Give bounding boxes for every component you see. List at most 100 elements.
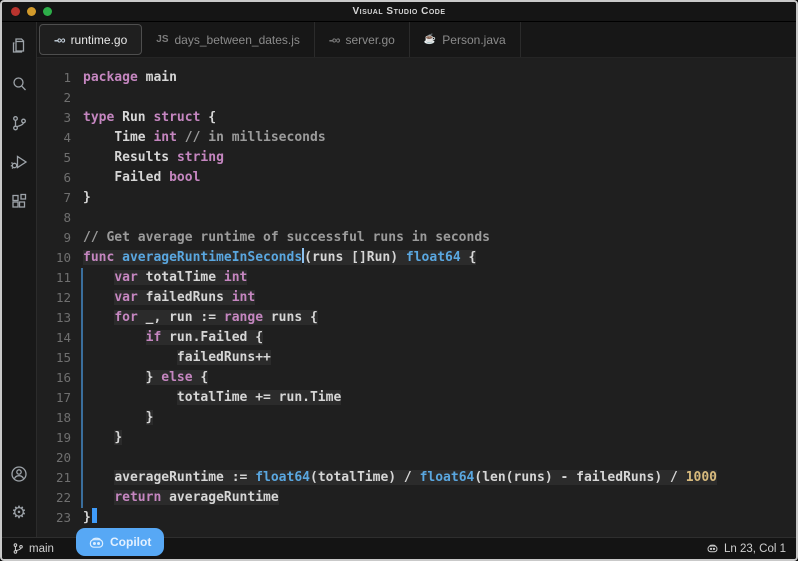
- code-line-12[interactable]: 12 var failedRuns int: [37, 288, 796, 308]
- line-number: 21: [37, 468, 71, 488]
- code-line-3[interactable]: 3 type Run struct {: [37, 108, 796, 128]
- code-line-9[interactable]: 9 // Get average runtime of successful ru…: [37, 228, 796, 248]
- line-number: 2: [37, 88, 71, 108]
- source-control-icon[interactable]: [6, 108, 32, 138]
- line-number: 11: [37, 268, 71, 288]
- code-text: totalTime += run.Time: [83, 388, 341, 408]
- tab-server.go[interactable]: -∞ server.go: [315, 22, 410, 57]
- code-line-20[interactable]: 20: [37, 448, 796, 468]
- go-file-icon: -∞: [54, 33, 65, 47]
- code-text: // Get average runtime of successful run…: [83, 228, 490, 248]
- code-text: type Run struct {: [83, 108, 216, 128]
- line-number: 5: [37, 148, 71, 168]
- tab-days_between_dates.js[interactable]: JS days_between_dates.js: [142, 22, 315, 57]
- vscode-window: Visual Studio Code ⚙: [0, 0, 798, 561]
- code-line-16[interactable]: 16 } else {: [37, 368, 796, 388]
- code-text: func averageRuntimeInSeconds(runs []Run)…: [83, 248, 476, 268]
- code-text: }: [83, 188, 91, 208]
- line-number: 14: [37, 328, 71, 348]
- code-line-23[interactable]: 23}: [37, 508, 796, 528]
- explorer-icon[interactable]: [6, 30, 32, 60]
- code-line-14[interactable]: 14 if run.Failed {: [37, 328, 796, 348]
- search-icon[interactable]: [6, 69, 32, 99]
- text-cursor: [92, 508, 97, 523]
- code-line-1[interactable]: 1 package main: [37, 68, 796, 88]
- code-editor[interactable]: 1package main23type Run struct {4 Time i…: [37, 58, 796, 537]
- tab-Person.java[interactable]: ☕ Person.java: [410, 22, 521, 57]
- go-file-icon: -∞: [329, 33, 340, 47]
- code-line-15[interactable]: 15 failedRuns++: [37, 348, 796, 368]
- line-number: 18: [37, 408, 71, 428]
- code-text: var failedRuns int: [83, 288, 255, 308]
- title-bar: Visual Studio Code: [2, 2, 796, 22]
- code-line-11[interactable]: 11 var totalTime int: [37, 268, 796, 288]
- line-number: 1: [37, 68, 71, 88]
- code-text: } else {: [83, 368, 208, 388]
- line-number: 6: [37, 168, 71, 188]
- settings-gear-icon[interactable]: ⚙: [6, 498, 32, 528]
- copilot-button-label: Copilot: [110, 535, 151, 549]
- line-number: 10: [37, 248, 71, 268]
- code-line-5[interactable]: 5 Results string: [37, 148, 796, 168]
- code-line-21[interactable]: 21 averageRuntime := float64(totalTime) …: [37, 468, 796, 488]
- code-text: failedRuns++: [83, 348, 271, 368]
- code-text: }: [83, 408, 153, 428]
- line-number: 9: [37, 228, 71, 248]
- run-debug-icon[interactable]: [6, 147, 32, 177]
- code-line-18[interactable]: 18 }: [37, 408, 796, 428]
- line-number: 3: [37, 108, 71, 128]
- line-number: 17: [37, 388, 71, 408]
- code-text: for _, run := range runs {: [83, 308, 318, 328]
- code-line-10[interactable]: 10 func averageRuntimeInSeconds(runs []Ru…: [37, 248, 796, 268]
- line-number: 22: [37, 488, 71, 508]
- bracket-pair-guide: [81, 268, 83, 508]
- code-line-7[interactable]: 7}: [37, 188, 796, 208]
- line-number: 13: [37, 308, 71, 328]
- code-text: Time int // in milliseconds: [83, 128, 326, 148]
- code-text: if run.Failed {: [83, 328, 263, 348]
- branch-name: main: [29, 543, 54, 555]
- code-line-13[interactable]: 13 for _, run := range runs {: [37, 308, 796, 328]
- line-number: 15: [37, 348, 71, 368]
- line-number: 16: [37, 368, 71, 388]
- java-file-icon: ☕: [424, 34, 436, 45]
- copilot-status-icon: [706, 542, 719, 555]
- code-text: package main: [83, 68, 177, 88]
- copilot-icon: [89, 535, 104, 550]
- code-text: }: [83, 508, 97, 528]
- code-text: Failed bool: [83, 168, 200, 188]
- code-text: }: [83, 428, 122, 448]
- code-lines: 1package main23type Run struct {4 Time i…: [37, 58, 796, 528]
- code-text: Results string: [83, 148, 224, 168]
- extensions-icon[interactable]: [6, 186, 32, 216]
- code-line-6[interactable]: 6 Failed bool: [37, 168, 796, 188]
- line-number: 8: [37, 208, 71, 228]
- code-line-19[interactable]: 19 }: [37, 428, 796, 448]
- account-icon[interactable]: [6, 459, 32, 489]
- activity-bar: ⚙: [2, 22, 37, 537]
- branch-icon: [12, 542, 24, 555]
- code-line-22[interactable]: 22 return averageRuntime: [37, 488, 796, 508]
- line-number: 4: [37, 128, 71, 148]
- window-title: Visual Studio Code: [2, 6, 796, 17]
- cursor-position-label: Ln 23, Col 1: [724, 543, 786, 555]
- line-number: 20: [37, 448, 71, 468]
- tab-label: Person.java: [442, 33, 505, 47]
- code-text: averageRuntime := float64(totalTime) / f…: [83, 468, 717, 488]
- tab-label: server.go: [345, 33, 394, 47]
- git-branch-indicator[interactable]: main: [2, 542, 64, 555]
- line-number: 23: [37, 508, 71, 528]
- copilot-button[interactable]: Copilot: [76, 528, 164, 556]
- line-number: 19: [37, 428, 71, 448]
- code-line-4[interactable]: 4 Time int // in milliseconds: [37, 128, 796, 148]
- tab-label: days_between_dates.js: [175, 33, 300, 47]
- js-file-icon: JS: [156, 34, 168, 45]
- code-line-2[interactable]: 2: [37, 88, 796, 108]
- cursor-position-indicator[interactable]: Ln 23, Col 1: [696, 542, 796, 555]
- line-number: 7: [37, 188, 71, 208]
- code-text: return averageRuntime: [83, 488, 279, 508]
- code-line-8[interactable]: 8: [37, 208, 796, 228]
- code-line-17[interactable]: 17 totalTime += run.Time: [37, 388, 796, 408]
- tab-bar: -∞runtime.go JS days_between_dates.js -∞ ser…: [37, 22, 796, 58]
- tab-runtime.go[interactable]: -∞runtime.go: [39, 24, 142, 55]
